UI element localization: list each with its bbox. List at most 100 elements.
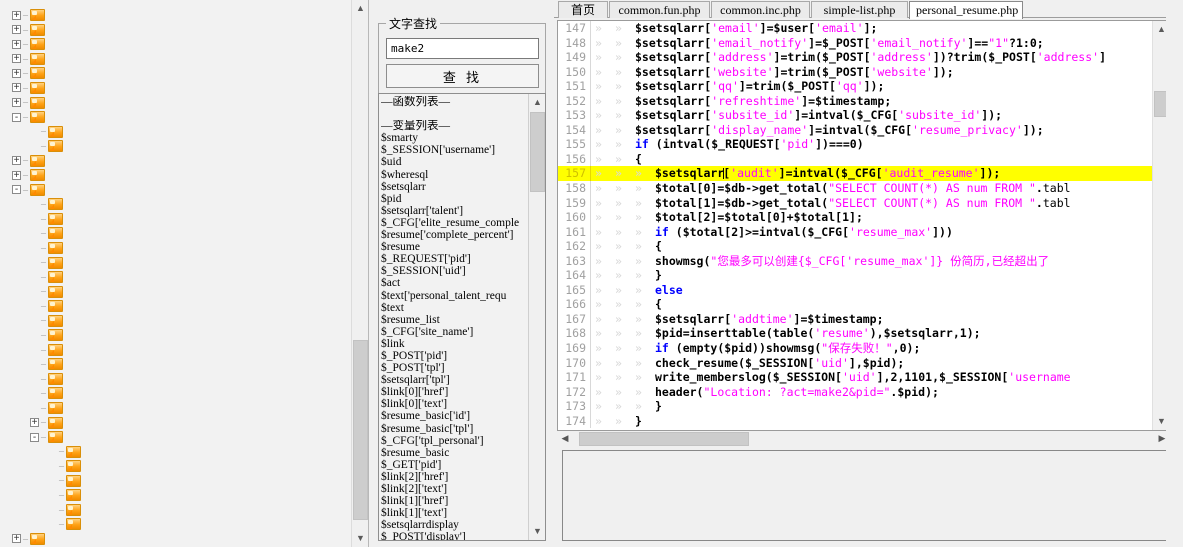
list-item[interactable]: $pid [381, 193, 529, 205]
tree-folder-item[interactable]: - – [0, 110, 351, 125]
list-item[interactable]: $link[0]['text'] [381, 398, 529, 410]
list-item[interactable]: $uid [381, 156, 529, 168]
code-line[interactable]: 169 »»» if (empty($pid))showmsg("保存失败！",0)… [558, 341, 1153, 356]
list-item[interactable]: —函数列表— [381, 96, 529, 108]
tree-expander-icon[interactable]: + [12, 68, 21, 78]
tree-expander-icon[interactable]: + [12, 170, 21, 180]
scroll-up-icon[interactable]: ▲ [529, 94, 545, 111]
code-line[interactable]: 152 »» $setsqlarr['refreshtime']=$timestam… [558, 93, 1153, 109]
tree-expander-icon[interactable]: + [12, 54, 21, 64]
code-line[interactable]: 154 »» $setsqlarr['display_name']=intval($… [558, 122, 1153, 138]
tree-file-item[interactable]: +– [0, 517, 351, 532]
code-line[interactable]: 161 »»» if ($total[2]>=intval($_CFG['resum… [558, 224, 1153, 240]
list-item[interactable]: $resume [381, 241, 529, 253]
code-line[interactable]: 148 »» $setsqlarr['email_notify']=$_POST['… [558, 35, 1153, 51]
editor-tab[interactable]: common.inc.php [711, 1, 810, 18]
list-item[interactable]: $_GET['pid'] [381, 459, 529, 471]
scrollbar-thumb[interactable] [579, 432, 749, 446]
tree-file-item[interactable]: +– [0, 241, 351, 256]
code-line[interactable]: 163 »»» showmsg("您最多可以创建{$_CFG['resume_max… [558, 253, 1153, 269]
list-item[interactable]: $link[2]['href'] [381, 471, 529, 483]
tree-folder-item[interactable]: + – [0, 66, 351, 81]
tree-folder-item[interactable]: + – [0, 153, 351, 168]
list-item[interactable]: $resume_basic [381, 447, 529, 459]
tree-folder-item[interactable]: - – [0, 430, 351, 445]
tree-file-item[interactable]: +– [0, 444, 351, 459]
editor-tab[interactable]: common.fun.php [609, 1, 710, 18]
tree-expander-icon[interactable]: - [12, 112, 21, 122]
code-line[interactable]: 173 »»»} [558, 399, 1153, 414]
list-item[interactable]: $_POST['display'] [381, 531, 529, 540]
scroll-up-icon[interactable]: ▲ [352, 0, 368, 17]
editor-tab[interactable]: simple-list.php [811, 1, 908, 18]
list-item[interactable]: $_CFG['elite_resume_comple [381, 217, 529, 229]
output-panel[interactable] [562, 450, 1171, 541]
list-item[interactable]: $_CFG['site_name'] [381, 326, 529, 338]
list-item[interactable]: $wheresql [381, 169, 529, 181]
list-item[interactable]: $_SESSION['username'] [381, 144, 529, 156]
code-line[interactable]: 153 »» $setsqlarr['subsite_id']=intval($_C… [558, 108, 1153, 123]
list-item[interactable]: $smarty [381, 132, 529, 144]
tree-expander-icon[interactable]: - [12, 185, 21, 195]
tree-file-item[interactable]: +– [0, 226, 351, 241]
symbol-list[interactable]: —函数列表— —变量列表— $smarty $_SESSION['username']… [379, 94, 529, 540]
tree-folder-item[interactable]: + – [0, 168, 351, 183]
code-line[interactable]: 166 »»»{ [558, 297, 1153, 312]
tree-folder-item[interactable]: + – [0, 37, 351, 52]
code-line[interactable]: 160 »»» $total[2]=$total[0]+$total[1]; [558, 210, 1153, 225]
scroll-down-icon[interactable]: ▼ [529, 523, 545, 540]
list-item[interactable]: $text['personal_talent_requ [381, 290, 529, 302]
code-lines[interactable]: 147 »» $setsqlarr['email']=$user['email'];… [558, 21, 1153, 430]
tree-file-item[interactable]: +– [0, 343, 351, 358]
tree-file-item[interactable]: +– [0, 139, 351, 154]
list-item[interactable]: $_POST['pid'] [381, 350, 529, 362]
search-input[interactable] [386, 38, 539, 59]
tree-expander-icon[interactable]: + [12, 83, 21, 93]
tree-expander-icon[interactable]: + [12, 25, 21, 35]
code-line[interactable]: 167 »»» $setsqlarr['addtime']=$timestamp; [558, 311, 1153, 327]
code-line[interactable]: 149 »» $setsqlarr['address']=trim($_POST['… [558, 50, 1153, 65]
tree-expander-icon[interactable]: + [30, 418, 39, 428]
tree-folder-item[interactable]: - – [0, 183, 351, 198]
scrollbar-thumb[interactable] [353, 340, 368, 520]
code-line[interactable]: 157 »»» $setsqlarr['audit']=intval($_CFG['… [558, 166, 1153, 182]
code-line[interactable]: 168 »»» $pid=inserttable(table('resume'),$… [558, 326, 1153, 342]
list-item[interactable]: $act [381, 277, 529, 289]
list-item[interactable]: $resume_basic['tpl'] [381, 423, 529, 435]
code-line[interactable]: 158 »»» $total[0]=$db->get_total("SELECT C… [558, 181, 1153, 196]
tree-file-item[interactable]: +– [0, 488, 351, 503]
tree-folder-item[interactable]: + – [0, 532, 351, 547]
scroll-down-icon[interactable]: ▼ [352, 530, 368, 547]
list-item[interactable]: $text [381, 302, 529, 314]
code-horizontal-scrollbar[interactable]: ◀ ▶ [557, 431, 1170, 447]
tree-folder-item[interactable]: + – [0, 52, 351, 67]
tree-file-item[interactable]: +– [0, 284, 351, 299]
tree-folder-item[interactable]: + – [0, 23, 351, 38]
tree-file-item[interactable]: +– [0, 386, 351, 401]
list-item[interactable]: $link [381, 338, 529, 350]
tree-file-item[interactable]: +– [0, 255, 351, 270]
tree-file-item[interactable]: +– [0, 212, 351, 227]
tree-folder-item[interactable]: + – [0, 95, 351, 110]
list-item[interactable]: $setsqlarrdisplay [381, 519, 529, 531]
code-line[interactable]: 170 »»» check_resume($_SESSION['uid'],$pid… [558, 355, 1153, 371]
list-item[interactable]: $setsqlarr [381, 181, 529, 193]
code-line[interactable]: 164 »»»} [558, 268, 1153, 283]
list-item[interactable]: $setsqlarr['tpl'] [381, 374, 529, 386]
tree-file-item[interactable]: +– [0, 401, 351, 416]
list-item[interactable]: $setsqlarr['talent'] [381, 205, 529, 217]
tree-file-item[interactable]: +– [0, 270, 351, 285]
tree-file-item[interactable]: +– [0, 299, 351, 314]
tree-folder-item[interactable]: + – [0, 81, 351, 96]
search-button[interactable]: 查 找 [386, 64, 539, 88]
code-line[interactable]: 150 »» $setsqlarr['website']=trim($_POST['… [558, 64, 1153, 80]
tree-file-item[interactable]: +– [0, 328, 351, 343]
scroll-left-icon[interactable]: ◀ [557, 431, 573, 447]
list-item[interactable]: $resume['complete_percent'] [381, 229, 529, 241]
code-line[interactable]: 172 »»» header("Location: ?act=make2&pid="… [558, 384, 1153, 400]
file-tree-scrollbar[interactable]: ▲ ▼ [351, 0, 368, 547]
tree-file-item[interactable]: +– [0, 197, 351, 212]
symbol-list-box[interactable]: —函数列表— —变量列表— $smarty $_SESSION['username']… [378, 93, 546, 541]
code-line[interactable]: 156 »»{ [558, 151, 1153, 167]
tree-expander-icon[interactable]: + [12, 156, 21, 166]
